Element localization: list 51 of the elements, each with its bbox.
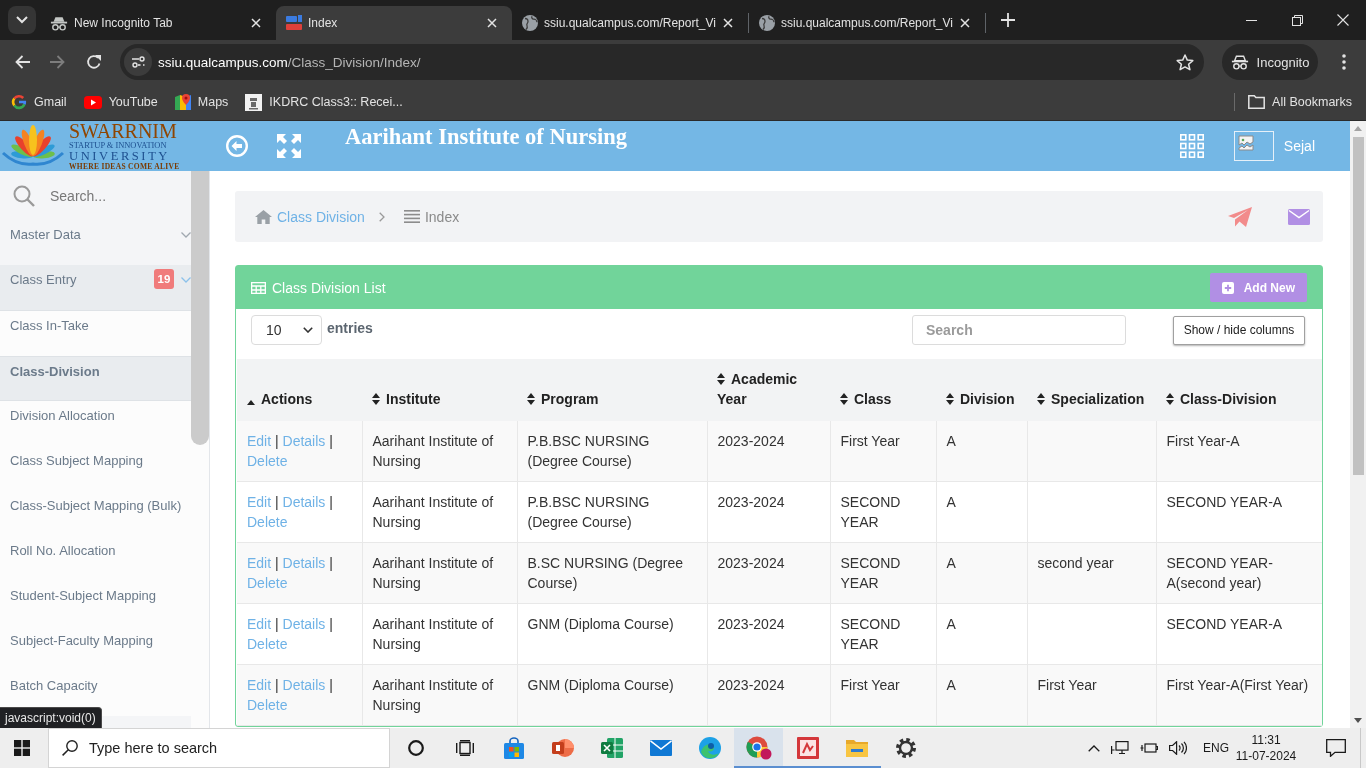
link-separator: | [275, 616, 279, 632]
table-cell: A [936, 421, 1027, 482]
table-cell: GNM (Diploma Course) [517, 603, 707, 665]
app-title: Aarihant Institute of Nursing [345, 123, 627, 150]
table-cell: A [936, 542, 1027, 604]
logo-name: SWARRNIM [69, 121, 178, 141]
table-cell: Aarihant Institute of Nursing [362, 664, 517, 726]
table-cell: First Year [1027, 664, 1156, 726]
table-cell: 2023-2024 [707, 603, 830, 665]
table-cell: A [936, 664, 1027, 726]
table-cell: First Year-A(First Year) [1156, 664, 1322, 726]
table-cell: SECOND YEAR [830, 542, 936, 604]
breadcrumb-current: Index [424, 208, 460, 225]
table-cell: 2023-2024 [707, 664, 830, 726]
table-cell: SECOND YEAR-A(second year) [1156, 542, 1322, 604]
link-separator: | [329, 616, 333, 632]
logo-subtitle: STARTUP & INNOVATION [69, 140, 168, 150]
table-cell: First Year [830, 421, 936, 482]
table-cell: P.B.BSC NURSING (Degree Course) [517, 421, 707, 482]
table-cell: SECOND YEAR [830, 603, 936, 665]
table-cell: 2023-2024 [707, 481, 830, 543]
count-badge: 19 [154, 269, 174, 289]
table-cell: SECOND YEAR-A [1156, 481, 1322, 543]
table-cell: Aarihant Institute of Nursing [362, 542, 517, 604]
table-cell: B.SC NURSING (Degree Course) [517, 542, 707, 604]
entries-label: entries [327, 320, 373, 336]
table-cell: First Year [830, 664, 936, 726]
table-cell: 2023-2024 [707, 421, 830, 482]
link-separator: | [275, 555, 279, 571]
table-cell: SECOND YEAR-A [1156, 603, 1322, 665]
table-cell: SECOND YEAR [830, 481, 936, 543]
link-separator: | [275, 677, 279, 693]
table-cell: 2023-2024 [707, 542, 830, 604]
table-cell: First Year-A [1156, 421, 1322, 482]
link-separator: | [329, 555, 333, 571]
link-separator: | [329, 494, 333, 510]
link-separator: | [329, 433, 333, 449]
link-separator: | [275, 494, 279, 510]
table-cell: Aarihant Institute of Nursing [362, 603, 517, 665]
logo-subtitle: UNIVERSITY [69, 149, 171, 163]
table-cell: A [936, 603, 1027, 665]
status-url-tooltip: javascript:void(0) [0, 707, 102, 728]
link-separator: | [329, 677, 333, 693]
table-cell: GNM (Diploma Course) [517, 664, 707, 726]
table-cell: A [936, 481, 1027, 543]
table-cell: Aarihant Institute of Nursing [362, 421, 517, 482]
table-cell: second year [1027, 542, 1156, 604]
link-separator: | [275, 433, 279, 449]
table-cell: P.B.BSC NURSING (Degree Course) [517, 481, 707, 543]
card-title: Class Division List [272, 279, 386, 296]
table-cell: Aarihant Institute of Nursing [362, 481, 517, 543]
